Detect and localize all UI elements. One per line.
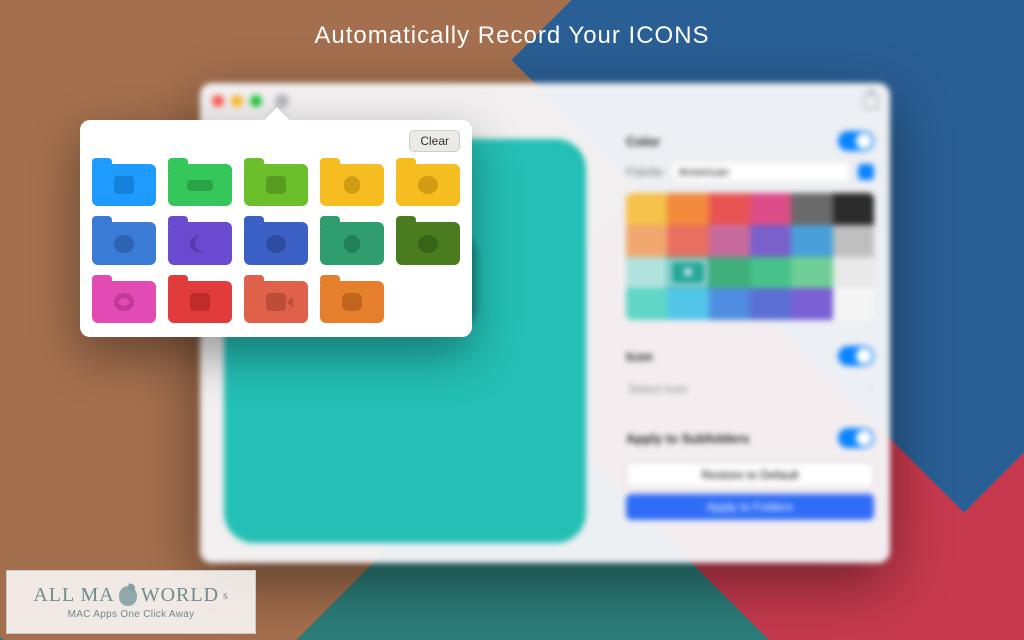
chevron-right-icon: › (868, 382, 872, 396)
color-swatch[interactable] (667, 257, 708, 289)
color-swatch[interactable] (791, 193, 832, 225)
folder-icon-list[interactable] (244, 158, 308, 206)
window-close-button[interactable] (212, 95, 224, 107)
subfolders-label: Apply to Subfolders (626, 431, 750, 446)
folder-icon-mic[interactable] (396, 216, 460, 264)
folder-icon-trash[interactable] (320, 158, 384, 206)
color-swatch[interactable] (667, 193, 708, 225)
color-swatch[interactable] (709, 225, 750, 257)
titlebar (200, 83, 890, 119)
watermark-suffix: s (223, 588, 229, 603)
color-swatch[interactable] (833, 193, 874, 225)
color-swatch[interactable] (791, 225, 832, 257)
subfolders-toggle[interactable] (838, 428, 874, 448)
color-swatch[interactable] (626, 225, 667, 257)
folder-icon-chat[interactable] (320, 275, 384, 323)
color-swatch[interactable] (709, 257, 750, 289)
folder-icon-swirl[interactable] (396, 158, 460, 206)
color-swatch[interactable] (709, 193, 750, 225)
watermark-text-a: ALL MA (33, 584, 114, 607)
color-swatch[interactable] (750, 193, 791, 225)
watermark: ALL MA WORLD s MAC Apps One Click Away (6, 570, 256, 634)
side-panel: Color Palette American Icon Select Icon … (610, 119, 890, 563)
color-swatch[interactable] (626, 257, 667, 289)
palette-select[interactable]: American (671, 161, 850, 183)
color-swatch[interactable] (626, 193, 667, 225)
share-icon[interactable] (864, 93, 878, 109)
folder-icon-moon[interactable] (168, 216, 232, 264)
folder-icon-mail[interactable] (168, 275, 232, 323)
restore-default-button[interactable]: Restore to Default (626, 462, 874, 488)
icon-section-label: Icon (626, 349, 653, 364)
window-zoom-button[interactable] (250, 95, 262, 107)
color-swatch[interactable] (667, 225, 708, 257)
color-toggle[interactable] (838, 131, 874, 151)
folder-icon-video[interactable] (244, 275, 308, 323)
select-icon-label: Select Icon (628, 382, 687, 396)
folder-icon-disc[interactable] (92, 275, 156, 323)
folder-icon-cloud[interactable] (92, 216, 156, 264)
color-swatch[interactable] (833, 288, 874, 320)
watermark-tagline: MAC Apps One Click Away (68, 609, 195, 620)
icon-history-popover: Clear (80, 120, 472, 337)
color-swatch[interactable] (709, 288, 750, 320)
palette-label: Palette (626, 165, 663, 179)
watermark-text-b: WORLD (141, 584, 219, 607)
color-swatch[interactable] (750, 225, 791, 257)
color-swatch[interactable] (833, 225, 874, 257)
color-section-label: Color (626, 134, 660, 149)
history-icon[interactable] (275, 94, 289, 108)
folder-icon-battery[interactable] (168, 158, 232, 206)
color-swatch[interactable] (667, 288, 708, 320)
apple-logo-icon (119, 586, 137, 606)
color-swatch[interactable] (833, 257, 874, 289)
color-swatch[interactable] (791, 288, 832, 320)
color-swatch[interactable] (626, 288, 667, 320)
clear-button[interactable]: Clear (409, 130, 460, 152)
apply-to-folders-button[interactable]: Apply to Folders (626, 494, 874, 520)
folder-icon-lamp[interactable] (320, 216, 384, 264)
icon-toggle[interactable] (838, 346, 874, 366)
page-title: Automatically Record Your ICONS (0, 22, 1024, 50)
color-swatch[interactable] (791, 257, 832, 289)
folder-icon-camera[interactable] (92, 158, 156, 206)
folder-icon-cloud2[interactable] (244, 216, 308, 264)
select-icon-row[interactable]: Select Icon › (626, 376, 874, 402)
color-swatch[interactable] (750, 288, 791, 320)
window-minimize-button[interactable] (231, 95, 243, 107)
icon-grid (92, 158, 460, 323)
color-swatch-grid (626, 193, 874, 320)
palette-chip-icon[interactable] (858, 164, 874, 180)
color-swatch[interactable] (750, 257, 791, 289)
